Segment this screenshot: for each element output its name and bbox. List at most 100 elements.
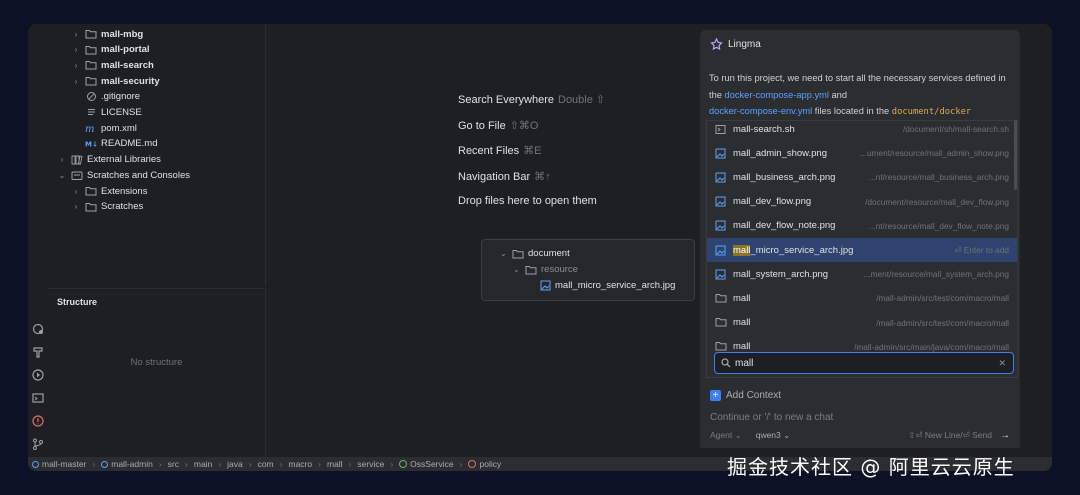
suggestion-item[interactable]: mall_dev_flow_note.png ...nt/resource/mal… [707, 214, 1017, 238]
search-highlight: mall [733, 244, 751, 256]
tree-item-label: LICENSE [101, 107, 142, 118]
chat-composer: + Add Context Continue or '/' to new a c… [700, 382, 1020, 448]
chevron-right-icon[interactable]: › [71, 61, 81, 70]
chevron-right-icon[interactable]: › [57, 155, 67, 164]
suggestion-name-rest: _micro_service_arch.jpg [750, 244, 854, 256]
tree-item[interactable]: M↓ README.md [71, 136, 158, 152]
breadcrumb-item[interactable]: src › [168, 459, 194, 469]
ignore-file-icon [84, 91, 98, 103]
agent-mode-select[interactable]: Agent ⌄ [710, 430, 742, 441]
folder-icon [715, 341, 727, 352]
chevron-down-icon[interactable]: ⌄ [57, 171, 67, 180]
suggestion-item[interactable]: mall_admin_show.png ...ument/resource/mal… [707, 141, 1017, 165]
popup-scrollbar[interactable] [1014, 120, 1017, 190]
hint-search-everywhere[interactable]: Search Everywhere Double ⇧ [458, 93, 605, 106]
tree-item-label: mall-portal [101, 44, 150, 56]
breadcrumb-item[interactable]: macro › [288, 459, 326, 469]
image-icon [715, 269, 727, 280]
search-icon [721, 358, 731, 368]
image-icon [540, 280, 551, 291]
enter-to-add-hint: ⏎ Enter to add [954, 245, 1009, 255]
tree-item-label: Scratches [101, 201, 144, 213]
suggestion-item[interactable]: mall_micro_service_arch.jpg ⏎ Enter to ad… [707, 238, 1017, 262]
tree-item[interactable]: › mall-mbg [71, 26, 144, 42]
tree-item[interactable]: › mall-search [71, 57, 154, 73]
folder-icon [84, 185, 98, 197]
services-icon[interactable] [31, 322, 45, 336]
breadcrumb-item[interactable]: service › [357, 459, 399, 469]
plus-icon: + [710, 390, 721, 401]
tree-item-label: README.md [101, 138, 158, 150]
breadcrumb-item[interactable]: mall-admin › [101, 459, 167, 469]
tree-item-label: Extensions [101, 185, 148, 197]
file-suggestion-popup: mall-search.sh/document/sh/mall-search.s… [706, 120, 1018, 378]
tree-item[interactable]: › mall-portal [71, 42, 150, 58]
suggestion-item[interactable]: mall/mall-admin/src/test/com/macro/mall [707, 311, 1017, 335]
hint-navigation-bar[interactable]: Navigation Bar ⌘↑ [458, 170, 551, 183]
folder-icon [525, 265, 537, 275]
suggestion-item[interactable]: mall_system_arch.png ...ment/resource/mal… [707, 262, 1017, 286]
chat-input[interactable]: Continue or '/' to new a chat [710, 412, 833, 423]
suggestion-name: mall_dev_flow.png [733, 196, 812, 208]
breadcrumb-item[interactable]: java › [227, 459, 257, 469]
svg-text:m: m [85, 124, 94, 134]
file-link[interactable]: docker-compose-app.yml [725, 90, 829, 100]
structure-empty-text: No structure [130, 357, 183, 368]
context-search-field[interactable]: ✕ [714, 352, 1014, 374]
breadcrumb-label: mall-admin [111, 459, 153, 469]
breadcrumb-item[interactable]: mall-master › [32, 459, 101, 469]
tree-item[interactable]: m pom.xml [71, 120, 137, 136]
chevron-right-icon[interactable]: › [71, 202, 81, 211]
chevron-right-icon[interactable]: › [71, 45, 81, 54]
image-icon [715, 196, 727, 207]
breadcrumb-item[interactable]: policy [468, 459, 501, 469]
git-icon[interactable] [31, 437, 45, 451]
folder-icon [84, 75, 98, 87]
breadcrumb-item[interactable]: mall › [327, 459, 357, 469]
breadcrumb-item[interactable]: OssService › [399, 459, 468, 469]
chevron-right-icon: › [218, 459, 222, 469]
chevron-right-icon[interactable]: › [71, 77, 81, 86]
folder-icon [84, 201, 98, 213]
model-select[interactable]: qwen3 ⌄ [756, 430, 791, 441]
hint-go-to-file[interactable]: Go to File ⇧⌘O [458, 119, 538, 132]
suggestion-item[interactable]: mall_business_arch.png ...nt/resource/mal… [707, 165, 1017, 189]
add-context-button[interactable]: + Add Context [710, 390, 781, 401]
breadcrumb-label: policy [479, 459, 502, 469]
folder-icon [84, 28, 98, 40]
hint-recent-files[interactable]: Recent Files ⌘E [458, 144, 541, 157]
tree-item[interactable]: › mall-security [71, 73, 160, 89]
file-link[interactable]: docker-compose-env.yml [709, 106, 812, 116]
tree-item[interactable]: LICENSE [71, 105, 142, 121]
terminal-icon[interactable] [31, 391, 45, 405]
suggestion-name: mall [733, 317, 751, 329]
tree-item[interactable]: › Extensions [71, 183, 148, 199]
folder-icon [512, 249, 524, 259]
problems-icon[interactable] [31, 414, 45, 428]
tree-item[interactable]: › External Libraries [57, 152, 161, 168]
send-icon[interactable]: → [1000, 430, 1010, 441]
send-shortcut-hint: ⇧⏎ New Line/⏎ Send [908, 430, 992, 440]
suggestion-path: ...nt/resource/mall_dev_flow_note.png [868, 220, 1009, 231]
editor-area: Search Everywhere Double ⇧ Go to File ⇧⌘O … [267, 24, 699, 457]
suggestion-item[interactable]: mall/mall-admin/src/test/com/macro/mall [707, 286, 1017, 310]
run-icon[interactable] [31, 368, 45, 382]
chevron-right-icon: › [318, 459, 321, 469]
chevron-right-icon[interactable]: › [71, 30, 81, 39]
breadcrumb-item[interactable]: main › [194, 459, 227, 469]
build-icon[interactable] [31, 345, 45, 359]
breadcrumb-item[interactable]: com › [258, 459, 289, 469]
drag-folder-document: ⌄ document [500, 248, 570, 259]
tree-item[interactable]: .gitignore [71, 89, 140, 105]
clear-icon[interactable]: ✕ [998, 358, 1006, 369]
hint-label: Drop files here to open them [458, 195, 597, 207]
chevron-right-icon[interactable]: › [71, 187, 81, 196]
suggestion-item[interactable]: mall_dev_flow.png/document/resource/mall… [707, 190, 1017, 214]
search-input[interactable] [735, 357, 999, 369]
tree-item[interactable]: › Scratches [71, 199, 144, 215]
hint-shortcut: ⌘E [523, 145, 542, 157]
text-file-icon [84, 107, 98, 119]
tree-item[interactable]: ⌄ Scratches and Consoles [57, 167, 190, 183]
drag-preview[interactable]: ⌄ document ⌄ resource mall_micro_service… [481, 239, 695, 301]
suggestion-item[interactable]: mall-search.sh/document/sh/mall-search.s… [707, 117, 1017, 141]
